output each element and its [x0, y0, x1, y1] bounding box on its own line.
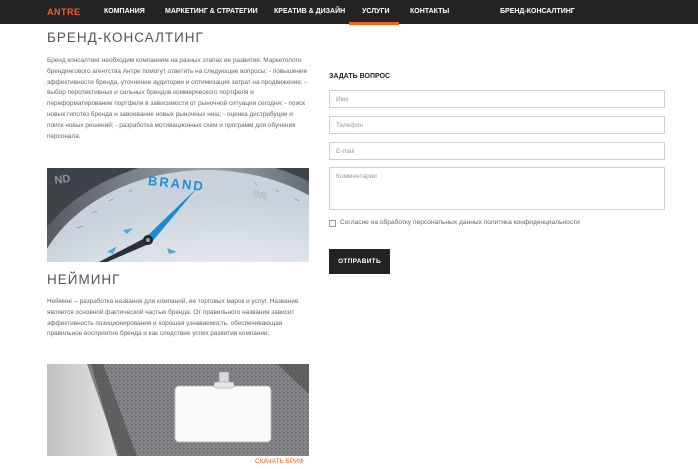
consent-checkbox[interactable]: [329, 220, 336, 227]
nav-item-brand-consulting[interactable]: БРЕНД-КОНСАЛТИНГ: [500, 8, 575, 15]
submit-button[interactable]: ОТПРАВИТЬ: [329, 249, 390, 274]
email-input[interactable]: [329, 142, 665, 160]
naming-text: Нейминг – разработка названия для компан…: [47, 298, 299, 338]
nav-item-marketing[interactable]: МАРКЕТИНГ & СТРАТЕГИИ: [165, 8, 258, 15]
ask-question-title: ЗАДАТЬ ВОПРОС: [329, 73, 391, 80]
brand-compass-image: ND BRAND BR: [47, 168, 309, 262]
download-brief-link[interactable]: СКАЧАТЬ БРИФ: [255, 458, 304, 465]
phone-input[interactable]: [329, 116, 665, 134]
top-navigation-bar: ANTRE КОМПАНИЯ МАРКЕТИНГ & СТРАТЕГИИ КРЕ…: [0, 0, 698, 25]
nav-item-services[interactable]: УСЛУГИ: [362, 8, 390, 15]
brand-compass-illustration: ND BRAND BR: [47, 168, 309, 262]
logo[interactable]: ANTRE: [47, 7, 81, 17]
svg-text:ND: ND: [54, 173, 71, 187]
name-badge-image: [47, 364, 309, 456]
nav-item-contacts[interactable]: КОНТАКТЫ: [410, 8, 449, 15]
brand-consulting-text: Бренд консалтинг необходим компаниям на …: [47, 57, 308, 140]
naming-title: НЕЙМИНГ: [47, 272, 121, 287]
brand-consulting-title: БРЕНД-КОНСАЛТИНГ: [47, 30, 204, 45]
name-badge-illustration: [47, 364, 309, 456]
nav-active-indicator: [349, 22, 399, 25]
nav-item-company[interactable]: КОМПАНИЯ: [104, 8, 145, 15]
nav-item-creative[interactable]: КРЕАТИВ & ДИЗАЙН: [274, 8, 345, 15]
name-input[interactable]: [329, 90, 665, 108]
comment-textarea[interactable]: [329, 167, 665, 210]
consent-label: Согласие на обработку персональных данны…: [340, 219, 580, 226]
